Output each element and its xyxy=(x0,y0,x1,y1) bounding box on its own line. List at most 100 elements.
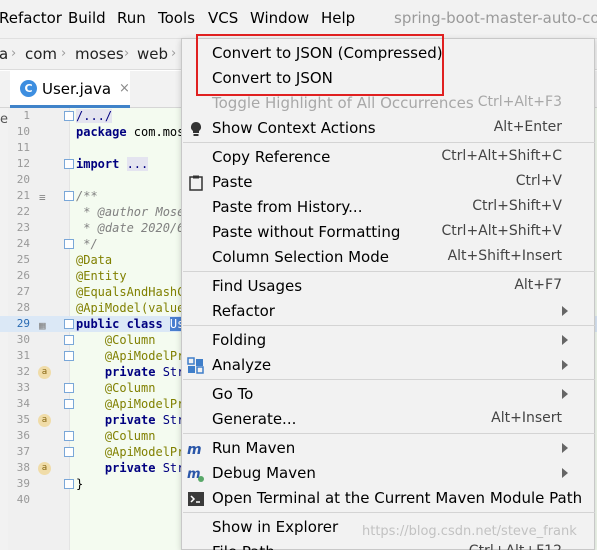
fold-toggle-icon[interactable] xyxy=(64,479,74,489)
menu-item-label: Generate... xyxy=(212,410,297,428)
line-number: 34 xyxy=(16,397,30,410)
code-text: } xyxy=(76,477,84,491)
bulb-icon xyxy=(187,120,205,138)
menu-item-find-usages[interactable]: Find Usages Alt+F7 xyxy=(182,274,594,299)
menu-item-open-terminal[interactable]: Open Terminal at the Current Maven Modul… xyxy=(182,486,594,511)
submenu-arrow-icon xyxy=(562,306,568,316)
line-number: 35 xyxy=(16,413,30,426)
menu-item-column-selection-mode[interactable]: Column Selection Mode Alt+Shift+Insert xyxy=(182,245,594,270)
fold-toggle-icon[interactable] xyxy=(64,111,74,121)
breadcrumb-item[interactable]: moses xyxy=(75,45,124,63)
line-number: 23 xyxy=(16,221,30,234)
fold-toggle-icon[interactable] xyxy=(64,239,74,249)
code-text: @Column xyxy=(76,333,156,347)
annotation-marker-icon[interactable]: a xyxy=(38,462,51,475)
submenu-arrow-icon xyxy=(562,468,568,478)
menu-item-analyze[interactable]: Analyze xyxy=(182,353,594,378)
menu-item-label: Find Usages xyxy=(212,277,303,295)
fold-toggle-icon[interactable] xyxy=(64,399,74,409)
breadcrumb-item[interactable]: com xyxy=(25,45,57,63)
menu-item-shortcut: Alt+Enter xyxy=(493,119,562,135)
line-number: 25 xyxy=(16,253,30,266)
line-number: 11 xyxy=(16,141,30,154)
menu-item-label: Paste from History... xyxy=(212,198,363,216)
breadcrumb-item[interactable]: a xyxy=(0,45,8,63)
chevron-right-icon: › xyxy=(61,46,67,61)
line-number: 39 xyxy=(16,477,30,490)
menu-item-paste-without-formatting[interactable]: Paste without Formatting Ctrl+Alt+Shift+V xyxy=(182,220,594,245)
menu-item-folding[interactable]: Folding xyxy=(182,328,594,353)
menu-item-label: Show Context Actions xyxy=(212,119,376,137)
menu-separator xyxy=(183,271,595,272)
analyze-icon xyxy=(187,357,205,375)
chevron-right-icon: › xyxy=(11,46,17,61)
code-text: * @author Mose xyxy=(76,205,185,219)
tab-user-java[interactable]: C User.java × xyxy=(10,71,130,108)
submenu-arrow-icon xyxy=(562,360,568,370)
menu-item-label: Refactor xyxy=(212,302,275,320)
fold-toggle-icon[interactable] xyxy=(64,383,74,393)
menu-item-label: File Path xyxy=(212,543,275,550)
menu-item-shortcut: Ctrl+Alt+F3 xyxy=(477,94,562,110)
menu-build[interactable]: Build xyxy=(68,9,106,27)
fold-toggle-icon[interactable] xyxy=(64,191,74,201)
code-text: @Data xyxy=(76,253,113,267)
fold-toggle-icon[interactable] xyxy=(64,447,74,457)
line-number: 10 xyxy=(16,125,30,138)
submenu-arrow-icon xyxy=(562,443,568,453)
code-text: */ xyxy=(76,237,98,251)
code-text: import ... xyxy=(76,157,149,171)
menu-item-shortcut: Alt+F7 xyxy=(514,277,562,293)
menu-item-go-to[interactable]: Go To xyxy=(182,382,594,407)
menu-item-label: Folding xyxy=(212,331,267,349)
menu-item-run-maven[interactable]: m Run Maven xyxy=(182,436,594,461)
breadcrumb-item[interactable]: web xyxy=(137,45,168,63)
fold-toggle-icon[interactable] xyxy=(64,351,74,361)
menu-help[interactable]: Help xyxy=(321,9,355,27)
line-number: 30 xyxy=(16,333,30,346)
code-text: @ApiModel(value xyxy=(76,301,185,315)
menu-item-label: Column Selection Mode xyxy=(212,248,389,266)
close-icon[interactable]: × xyxy=(119,81,130,96)
menu-item-label: Paste without Formatting xyxy=(212,223,401,241)
menu-item-label: Toggle Highlight of All Occurrences xyxy=(212,94,474,112)
annotation-marker-icon[interactable]: a xyxy=(38,414,51,427)
line-number: 27 xyxy=(16,285,30,298)
line-number: 29 xyxy=(16,317,30,330)
annotation-marker-icon[interactable]: a xyxy=(38,366,51,379)
menu-item-refactor[interactable]: Refactor xyxy=(182,299,594,324)
menu-item-paste-from-history[interactable]: Paste from History... Ctrl+Shift+V xyxy=(182,195,594,220)
fold-toggle-icon[interactable] xyxy=(64,159,74,169)
menu-item-shortcut: Ctrl+Alt+Shift+V xyxy=(441,223,562,239)
menu-item-generate[interactable]: Generate... Alt+Insert xyxy=(182,407,594,432)
menu-separator xyxy=(183,379,595,380)
line-number: 12 xyxy=(16,157,30,170)
menu-separator xyxy=(183,512,595,513)
menu-window[interactable]: Window xyxy=(250,9,309,27)
menu-item-shortcut: Ctrl+Alt+Shift+C xyxy=(441,148,562,164)
code-text: * @date 2020/6 xyxy=(76,221,185,235)
menu-item-show-context-actions[interactable]: Show Context Actions Alt+Enter xyxy=(182,116,594,141)
menu-item-label: Analyze xyxy=(212,356,272,374)
menu-item-label: Paste xyxy=(212,173,253,191)
menu-item-debug-maven[interactable]: m Debug Maven xyxy=(182,461,594,486)
menu-tools[interactable]: Tools xyxy=(158,9,195,27)
menu-item-shortcut: Ctrl+Shift+V xyxy=(472,198,562,214)
line-number: 20 xyxy=(16,173,30,186)
menu-item-paste[interactable]: Paste Ctrl+V xyxy=(182,170,594,195)
menu-refactor[interactable]: Refactor xyxy=(0,9,62,27)
code-text: private Str xyxy=(76,413,185,427)
menu-separator xyxy=(183,325,595,326)
chevron-right-icon: › xyxy=(171,46,177,61)
tab-label: User.java xyxy=(42,80,112,98)
menu-vcs[interactable]: VCS xyxy=(208,9,238,27)
fold-toggle-icon[interactable] xyxy=(64,431,74,441)
menu-run[interactable]: Run xyxy=(117,9,146,27)
fold-toggle-icon[interactable] xyxy=(64,335,74,345)
menu-item-shortcut: Ctrl+Alt+F12 xyxy=(469,543,562,550)
fold-toggle-icon[interactable] xyxy=(64,319,74,329)
highlight-box xyxy=(196,34,444,96)
line-number: 36 xyxy=(16,429,30,442)
menu-item-file-path[interactable]: File Path Ctrl+Alt+F12 xyxy=(182,540,594,550)
menu-item-copy-reference[interactable]: Copy Reference Ctrl+Alt+Shift+C xyxy=(182,145,594,170)
